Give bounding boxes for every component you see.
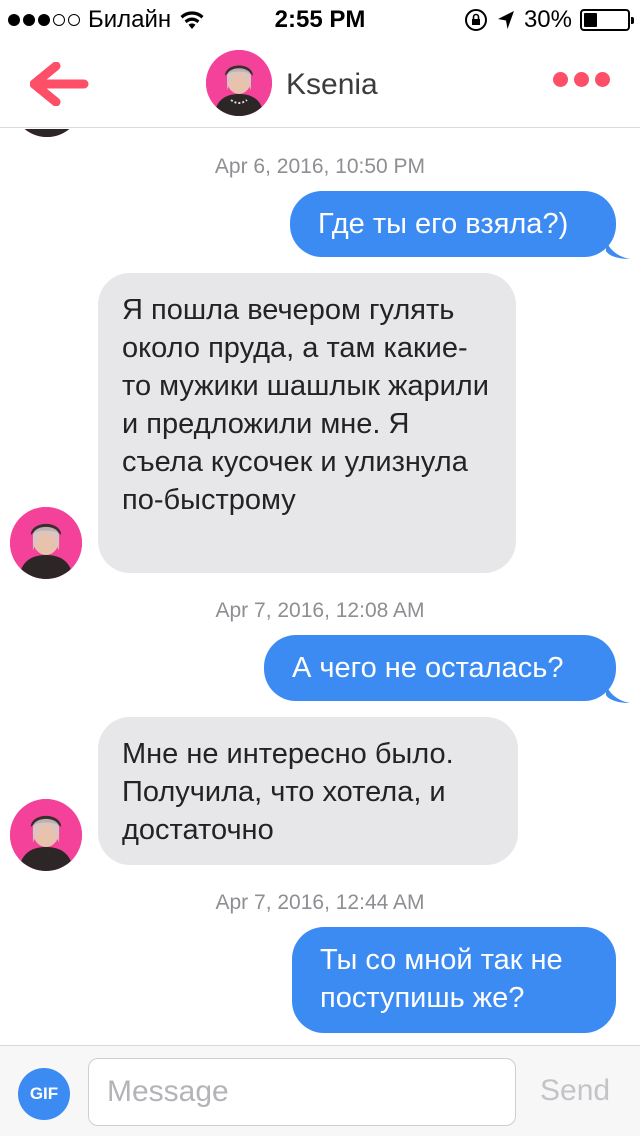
status-right: 30% xyxy=(464,6,634,34)
back-arrow-icon[interactable] xyxy=(30,62,90,106)
battery-icon xyxy=(580,9,634,31)
bubble-tail xyxy=(606,683,630,703)
outgoing-message[interactable]: Ты со мной так не поступишь же? xyxy=(292,927,616,1033)
message-composer: GIF Send xyxy=(0,1045,640,1136)
message-text: Я пошла вечером гулять около пруда, а та… xyxy=(122,294,489,516)
chat-header: Ksenia xyxy=(0,40,640,128)
profile-photo-icon xyxy=(206,50,272,116)
outgoing-message[interactable]: А чего не осталась? xyxy=(264,635,616,701)
contact-avatar[interactable] xyxy=(206,50,272,116)
message-text: Где ты его взяла?) xyxy=(318,208,569,240)
message-timestamp: Apr 7, 2016, 12:44 AM xyxy=(215,891,425,914)
battery-percent: 30% xyxy=(523,6,572,33)
status-bar: Билайн 2:55 PM 30% xyxy=(0,0,640,40)
message-text: А чего не осталась? xyxy=(292,652,564,684)
message-list[interactable]: Apr 6, 2016, 10:50 PM Где ты его взяла?)… xyxy=(0,129,640,1045)
incoming-message[interactable]: Мне не интересно было. Получила, что хот… xyxy=(98,717,518,865)
outgoing-message[interactable]: Где ты его взяла?) xyxy=(290,191,616,257)
contact-avatar-partial xyxy=(12,129,82,137)
message-input[interactable] xyxy=(88,1058,516,1126)
message-timestamp: Apr 6, 2016, 10:50 PM xyxy=(214,155,426,178)
message-text: Ты со мной так не поступишь же? xyxy=(320,944,563,1014)
orientation-lock-icon xyxy=(464,9,487,31)
contact-name[interactable]: Ksenia xyxy=(286,68,378,102)
bubble-tail xyxy=(606,239,630,259)
contact-avatar[interactable] xyxy=(10,799,82,871)
contact-avatar[interactable] xyxy=(10,507,82,579)
location-arrow-icon xyxy=(497,11,514,29)
incoming-message[interactable]: Я пошла вечером гулять около пруда, а та… xyxy=(98,273,516,573)
gif-button[interactable]: GIF xyxy=(18,1068,70,1120)
send-button[interactable]: Send xyxy=(540,1074,610,1108)
more-dots-icon[interactable] xyxy=(553,72,610,87)
message-timestamp: Apr 7, 2016, 12:08 AM xyxy=(215,599,425,622)
message-text: Мне не интересно было. Получила, что хот… xyxy=(122,738,454,846)
